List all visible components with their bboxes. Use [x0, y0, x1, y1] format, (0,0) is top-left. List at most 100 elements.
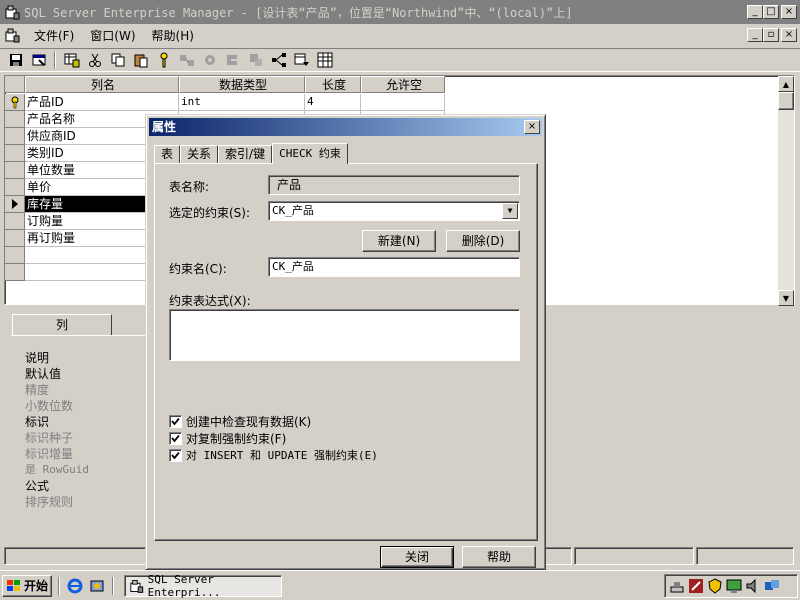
table-properties-button[interactable]	[60, 49, 83, 71]
row-selector[interactable]	[5, 213, 25, 230]
row-selector[interactable]	[5, 230, 25, 247]
manage-triggers-button[interactable]	[244, 49, 267, 71]
row-selector[interactable]	[5, 247, 25, 264]
dialog-help-button[interactable]: 帮助	[462, 546, 536, 568]
check-existing-data-checkbox[interactable]: 创建中检查现有数据(K)	[169, 413, 311, 430]
column-property-item[interactable]: 排序规则	[11, 494, 154, 510]
tab-indexes-keys[interactable]: 索引/键	[218, 145, 273, 163]
constraint-expression-input[interactable]	[169, 309, 520, 361]
new-constraint-button[interactable]: 新建(N)	[362, 230, 436, 252]
tab-table[interactable]: 表	[154, 145, 181, 163]
shield-icon[interactable]	[707, 578, 723, 594]
dialog-title: 属性	[152, 120, 177, 134]
cell-allow-null[interactable]	[361, 94, 445, 111]
cell-data-type[interactable]: int	[179, 94, 305, 111]
windows-flag-icon	[6, 579, 22, 593]
table-properties-icon	[64, 53, 79, 68]
row-selector[interactable]	[5, 162, 25, 179]
dialog-title-bar[interactable]: 属性 ×	[149, 118, 542, 136]
paste-button[interactable]	[129, 49, 152, 71]
row-selector[interactable]	[5, 264, 25, 281]
close-button[interactable]: ×	[781, 5, 797, 19]
enforce-replication-checkbox[interactable]: 对复制强制约束(F)	[169, 430, 286, 447]
properties-button[interactable]	[27, 49, 50, 71]
check-existing-data-label: 创建中检查现有数据(K)	[186, 415, 312, 429]
cut-button[interactable]	[83, 49, 106, 71]
properties-dialog: 属性 × 表 关系 索引/键 CHECK 约束 表名称: 产品 选定的约束(S)…	[145, 114, 546, 570]
manage-relationships-button[interactable]	[175, 49, 198, 71]
header-data-type[interactable]: 数据类型	[179, 76, 305, 93]
row-selector[interactable]	[5, 145, 25, 162]
header-column-name[interactable]: 列名	[25, 76, 179, 93]
maximize-button[interactable]: □	[763, 5, 779, 19]
save-button[interactable]	[4, 49, 27, 71]
toolbar-separator	[54, 51, 56, 69]
manage-indexes-button[interactable]	[198, 49, 221, 71]
minimize-button[interactable]: _	[747, 5, 763, 19]
tab-relationships[interactable]: 关系	[180, 145, 219, 163]
row-selector[interactable]	[5, 128, 25, 145]
network-icon[interactable]	[669, 578, 685, 594]
row-selector[interactable]	[5, 179, 25, 196]
grid-icon	[317, 52, 332, 68]
menu-file[interactable]: 文件(F)	[26, 27, 82, 44]
chevron-down-icon[interactable]: ▼	[502, 203, 518, 219]
dialog-close-action-button[interactable]: 关闭	[380, 546, 454, 568]
display-icon[interactable]	[726, 578, 742, 594]
scroll-up-button[interactable]: ▲	[778, 76, 794, 92]
tab-check-constraints[interactable]: CHECK 约束	[272, 143, 348, 164]
selected-constraint-combo[interactable]: CK_产品 ▼	[268, 201, 520, 221]
menu-bar: 文件(F) 窗口(W) 帮助(H) _ ▫ ×	[0, 24, 800, 46]
current-row-arrow-icon	[11, 199, 18, 209]
constraint-name-input[interactable]: CK_产品	[268, 257, 520, 277]
column-property-item[interactable]: 标识增量	[11, 446, 154, 462]
column-property-item[interactable]: 说明	[11, 350, 154, 366]
quicklaunch-ie[interactable]	[64, 575, 86, 597]
column-property-item[interactable]: 精度	[11, 382, 154, 398]
generate-script-button[interactable]	[267, 49, 290, 71]
main-title-bar[interactable]: SQL Server Enterprise Manager - [设计表“产品”…	[0, 0, 800, 24]
dialog-close-button[interactable]: ×	[524, 120, 540, 134]
column-property-item[interactable]: 标识	[11, 414, 154, 430]
check-constraints-panel: 表名称: 产品 选定的约束(S): CK_产品 ▼ 新建(N) 删除(D) 约束…	[154, 163, 538, 541]
mdi-restore-button[interactable]: ▫	[763, 28, 779, 42]
taskbar-separator-2	[112, 576, 114, 595]
set-primary-key-button[interactable]	[152, 49, 175, 71]
row-selector[interactable]	[5, 111, 25, 128]
row-selector[interactable]	[5, 196, 25, 213]
header-length[interactable]: 长度	[305, 76, 361, 93]
show-diagram-button[interactable]	[290, 49, 313, 71]
sql-agent-icon[interactable]	[688, 578, 704, 594]
column-property-item[interactable]: 标识种子	[11, 430, 154, 446]
grid-vertical-scrollbar[interactable]: ▲ ▼	[778, 76, 794, 306]
menu-window[interactable]: 窗口(W)	[82, 27, 143, 44]
quicklaunch-desktop[interactable]	[86, 575, 108, 597]
mdi-minimize-button[interactable]: _	[747, 28, 763, 42]
connection-icon[interactable]	[764, 578, 780, 594]
volume-icon[interactable]	[745, 578, 761, 594]
column-property-item[interactable]: 默认值	[11, 366, 154, 382]
table-row[interactable]: 产品ID int 4	[5, 94, 445, 111]
taskbar-item-enterprise-manager[interactable]: SQL Server Enterpri...	[124, 573, 282, 599]
copy-button[interactable]	[106, 49, 129, 71]
cell-length[interactable]: 4	[305, 94, 361, 111]
manage-constraints-button[interactable]	[221, 49, 244, 71]
cell-column-name[interactable]: 产品ID	[25, 94, 179, 111]
header-allow-null[interactable]: 允许空	[361, 76, 445, 93]
menu-help[interactable]: 帮助(H)	[144, 27, 202, 44]
properties-icon	[32, 54, 45, 66]
start-button[interactable]: 开始	[2, 574, 52, 597]
scroll-thumb[interactable]	[778, 92, 794, 110]
delete-constraint-button[interactable]: 删除(D)	[446, 230, 520, 252]
document-window-icon[interactable]	[4, 27, 20, 43]
mdi-close-button[interactable]: ×	[781, 28, 797, 42]
grid-view-button[interactable]	[313, 49, 336, 71]
scroll-down-button[interactable]: ▼	[778, 290, 794, 306]
paste-icon	[134, 54, 147, 68]
enforce-insert-update-checkbox[interactable]: 对 INSERT 和 UPDATE 强制约束(E)	[169, 447, 378, 463]
tab-columns[interactable]: 列	[12, 314, 112, 336]
column-property-item[interactable]: 小数位数	[11, 398, 154, 414]
column-property-item[interactable]: 是 RowGuid	[11, 462, 154, 478]
column-property-item[interactable]: 公式	[11, 478, 154, 494]
row-selector[interactable]	[5, 94, 25, 111]
